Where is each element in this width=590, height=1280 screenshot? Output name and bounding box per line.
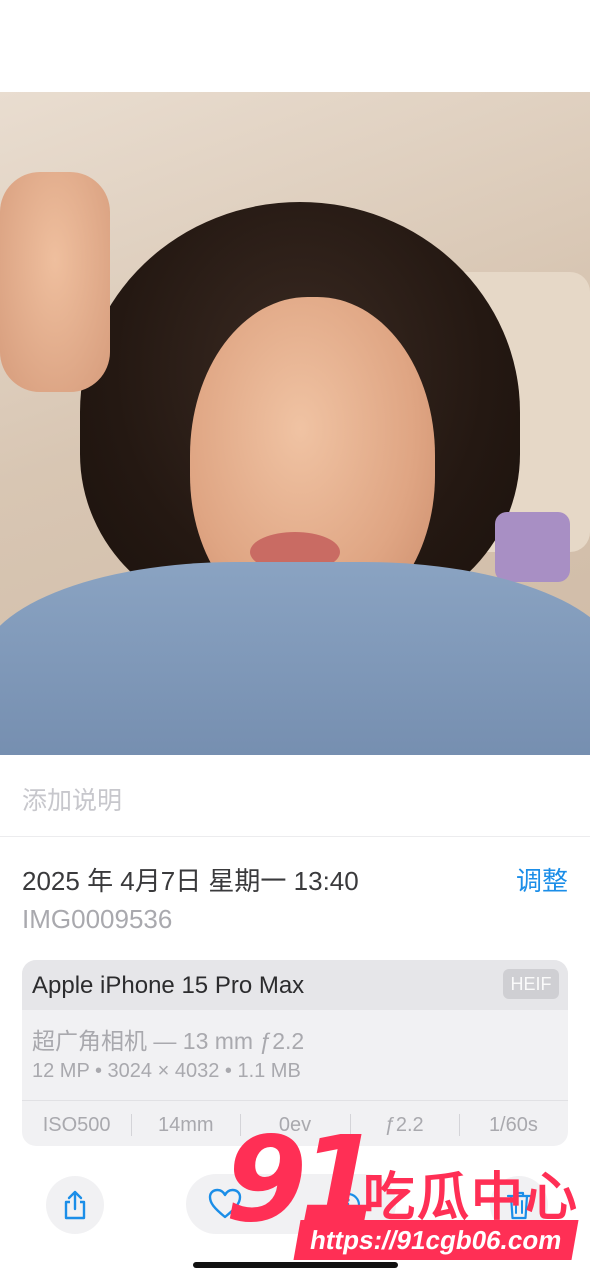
photo-filename: IMG0009536 (22, 904, 173, 934)
lens-info: 超广角相机 — 13 mm ƒ2.2 (32, 1028, 305, 1054)
hand (0, 172, 110, 392)
watermark-brand: 吃瓜中心 (363, 1169, 580, 1227)
watermark-overlay: 91 吃瓜中心 https://91cgb06.com (225, 1120, 585, 1265)
divider (0, 836, 590, 837)
adjust-button[interactable]: 调整 (516, 861, 568, 898)
divider (22, 1100, 568, 1101)
image-specs: 12 MP • 3024 × 4032 • 1.1 MB (32, 1060, 301, 1082)
watermark-url: https://91cgb06.com (293, 1220, 579, 1260)
photo-date: 2025 年 4月7日 星期一 13:40 (22, 866, 359, 896)
camera-card-header: Apple iPhone 15 Pro Max HEIF (22, 960, 568, 1010)
caption-input[interactable]: 添加说明 (22, 781, 122, 817)
format-badge: HEIF (503, 969, 559, 999)
photo-viewer[interactable] (0, 92, 590, 755)
phone-in-background (495, 512, 570, 582)
share-icon (64, 1190, 86, 1220)
share-button[interactable] (46, 1176, 104, 1234)
device-name: Apple iPhone 15 Pro Max (32, 972, 305, 999)
date-row: 2025 年 4月7日 星期一 13:40 调整 (22, 861, 568, 898)
exif-iso: ISO500 (42, 1114, 111, 1136)
shirt (0, 562, 590, 755)
